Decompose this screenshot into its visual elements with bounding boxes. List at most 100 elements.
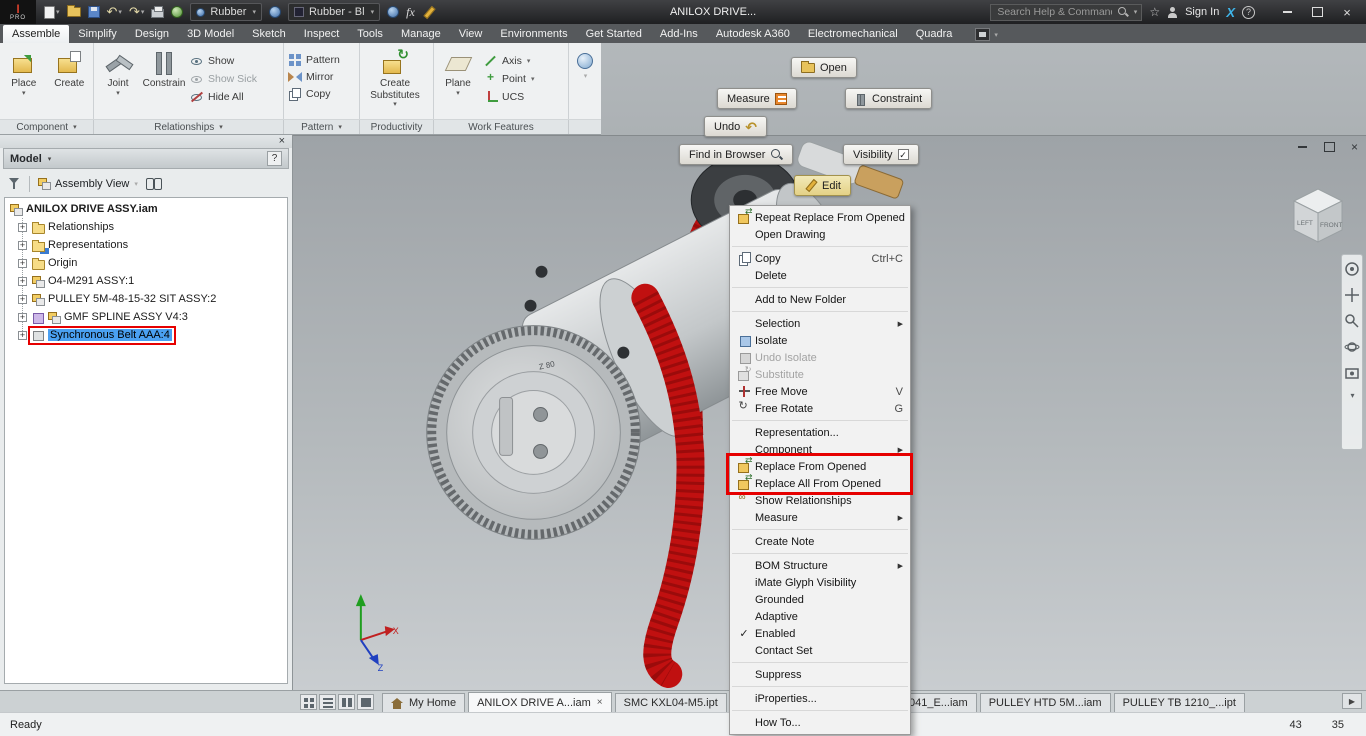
document-tab[interactable]: My Home — [382, 693, 466, 712]
hide-all-button[interactable]: Hide All — [187, 88, 260, 105]
panel-label[interactable]: Component ▾ — [0, 120, 94, 134]
context-menu-item[interactable]: Representation... — [730, 424, 910, 441]
show-button[interactable]: Show — [187, 52, 260, 69]
tree-node[interactable]: + GMF SPLINE ASSY V4:3 — [5, 308, 287, 326]
tree-node-content[interactable]: PULLEY 5M-48-15-32 SIT ASSY:2 — [31, 293, 217, 306]
context-menu-item[interactable]: Free Rotate G — [730, 399, 910, 417]
parameters-button[interactable]: fx — [404, 2, 417, 22]
tree-expander[interactable]: + — [18, 312, 27, 322]
context-menu-item[interactable]: Add to New Folder — [730, 291, 910, 308]
view-mode-dropdown[interactable]: Assembly View ▾ — [38, 177, 138, 190]
tree-node-label[interactable]: Synchronous Belt AAA:4 — [48, 329, 172, 341]
view-single-button[interactable] — [357, 694, 374, 710]
overlay-undo-button[interactable]: Undo ↶ — [704, 116, 768, 137]
tree-node-content[interactable]: O4-M291 ASSY:1 — [31, 275, 135, 288]
zoom-button[interactable] — [1344, 313, 1360, 329]
context-menu-item[interactable] — [730, 284, 910, 291]
context-menu-item[interactable]: Substitute — [730, 365, 910, 383]
tree-node-label[interactable]: O4-M291 ASSY:1 — [48, 275, 134, 287]
doc-restore-button[interactable] — [1324, 141, 1336, 153]
print-button[interactable] — [149, 2, 166, 22]
ribbon-tab[interactable]: View — [450, 25, 492, 43]
document-tab[interactable]: PULLEY HTD 5M...iam — [979, 693, 1111, 712]
overlay-find-in-browser-button[interactable]: Find in Browser — [679, 144, 794, 165]
context-menu-item[interactable]: Copy Ctrl+C — [730, 250, 910, 267]
tree-expander[interactable]: + — [18, 276, 27, 286]
sign-in-button[interactable]: Sign In — [1185, 6, 1219, 18]
adjust-button[interactable] — [267, 2, 283, 22]
ribbon-tab[interactable]: Get Started — [577, 25, 651, 43]
context-menu-item[interactable] — [730, 526, 910, 533]
navbar-more-button[interactable]: ▾ — [1350, 391, 1354, 400]
context-menu-item[interactable]: Show Relationships — [730, 492, 910, 509]
search-input[interactable] — [995, 5, 1114, 19]
ribbon-tab[interactable]: Design — [126, 25, 178, 43]
context-menu-item[interactable]: Replace From Opened — [730, 455, 910, 475]
context-menu-item[interactable] — [730, 707, 910, 714]
context-menu-item[interactable] — [730, 659, 910, 666]
ribbon-tab[interactable]: 3D Model — [178, 25, 243, 43]
tab-close-icon[interactable]: × — [597, 697, 603, 708]
pan-button[interactable] — [1344, 287, 1360, 303]
plane-button[interactable]: Plane ▾ — [435, 45, 481, 117]
tree-node[interactable]: + Synchronous Belt AAA:4 — [5, 325, 287, 345]
mirror-button[interactable]: Mirror — [285, 68, 358, 85]
tree-expander[interactable]: + — [18, 258, 27, 268]
overlay-edit-button[interactable]: Edit — [794, 175, 851, 196]
context-menu-item[interactable] — [730, 683, 910, 690]
material-ball-button[interactable] — [169, 2, 185, 22]
tree-node-label[interactable]: Representations — [48, 239, 128, 251]
panel-label[interactable]: Work Features — [434, 120, 569, 134]
doc-minimize-button[interactable] — [1297, 141, 1309, 153]
view-list-button[interactable] — [319, 694, 336, 710]
ribbon-tab[interactable]: Quadra — [907, 25, 962, 43]
ribbon-tab[interactable]: Inspect — [295, 25, 348, 43]
ribbon-appearance-menu-button[interactable]: ▾ — [975, 28, 998, 41]
browser-help-button[interactable]: ? — [267, 151, 282, 166]
gear[interactable]: Z 80 — [426, 325, 641, 540]
sketch-button[interactable] — [420, 2, 436, 22]
context-menu-item[interactable]: iMate Glyph Visibility — [730, 574, 910, 591]
context-menu-item[interactable]: ✓ Enabled — [730, 625, 910, 642]
view-cube[interactable]: LEFT FRONT — [1283, 179, 1353, 251]
ribbon-tab[interactable]: Manage — [392, 25, 450, 43]
ribbon-tab[interactable]: Electromechanical — [799, 25, 907, 43]
pattern-button[interactable]: Pattern — [285, 51, 358, 68]
point-button[interactable]: Point ▾ — [481, 70, 537, 87]
place-button[interactable]: Place ▾ — [1, 45, 47, 117]
context-menu-item[interactable] — [730, 550, 910, 557]
appearance-dropdown[interactable]: Rubber - Bl ▾ — [287, 3, 381, 21]
panel-label[interactable]: Relationships ▾ — [94, 120, 284, 134]
tree-node-content[interactable]: Relationships — [31, 221, 115, 234]
tree-node[interactable]: + Origin — [5, 254, 287, 272]
save-button[interactable] — [86, 2, 102, 22]
tree-node-label[interactable]: ANILOX DRIVE ASSY.iam — [26, 203, 158, 215]
overlay-constraint-button[interactable]: Constraint — [845, 88, 933, 109]
close-button[interactable]: × — [1332, 1, 1362, 23]
tree-node-content[interactable]: Synchronous Belt AAA:4 — [28, 325, 176, 345]
ribbon-tab[interactable]: Tools — [348, 25, 392, 43]
create-substitutes-button[interactable]: Create Substitutes ▾ — [361, 45, 429, 117]
viewcube-left-face-label[interactable]: LEFT — [1297, 220, 1313, 227]
minimize-button[interactable] — [1272, 1, 1302, 23]
browser-close-icon[interactable]: × — [279, 135, 285, 148]
ucs-button[interactable]: UCS — [481, 88, 537, 105]
view-tile-button[interactable] — [300, 694, 317, 710]
ribbon-tab[interactable]: Environments — [491, 25, 576, 43]
doc-close-button[interactable]: × — [1351, 140, 1358, 154]
context-menu-item[interactable]: Free Move V — [730, 383, 910, 400]
orbit-button[interactable] — [1344, 339, 1360, 355]
tree-node-label[interactable]: PULLEY 5M-48-15-32 SIT ASSY:2 — [48, 293, 216, 305]
search-icon[interactable] — [1117, 6, 1129, 18]
tree-node-label[interactable]: Origin — [48, 257, 77, 269]
tree-node-content[interactable]: GMF SPLINE ASSY V4:3 — [31, 311, 189, 324]
context-menu-item[interactable]: Isolate — [730, 332, 910, 349]
document-tab[interactable]: ANILOX DRIVE A...iam × — [468, 692, 612, 712]
context-menu-item[interactable]: Open Drawing — [730, 226, 910, 243]
view-split-button[interactable] — [338, 694, 355, 710]
tree-expander[interactable]: + — [18, 222, 27, 232]
context-menu-item[interactable]: Adaptive — [730, 608, 910, 625]
context-menu-item[interactable]: Selection ▶ — [730, 315, 910, 332]
tree-node-content[interactable]: ANILOX DRIVE ASSY.iam — [9, 203, 159, 216]
ribbon-tab[interactable]: Sketch — [243, 25, 295, 43]
